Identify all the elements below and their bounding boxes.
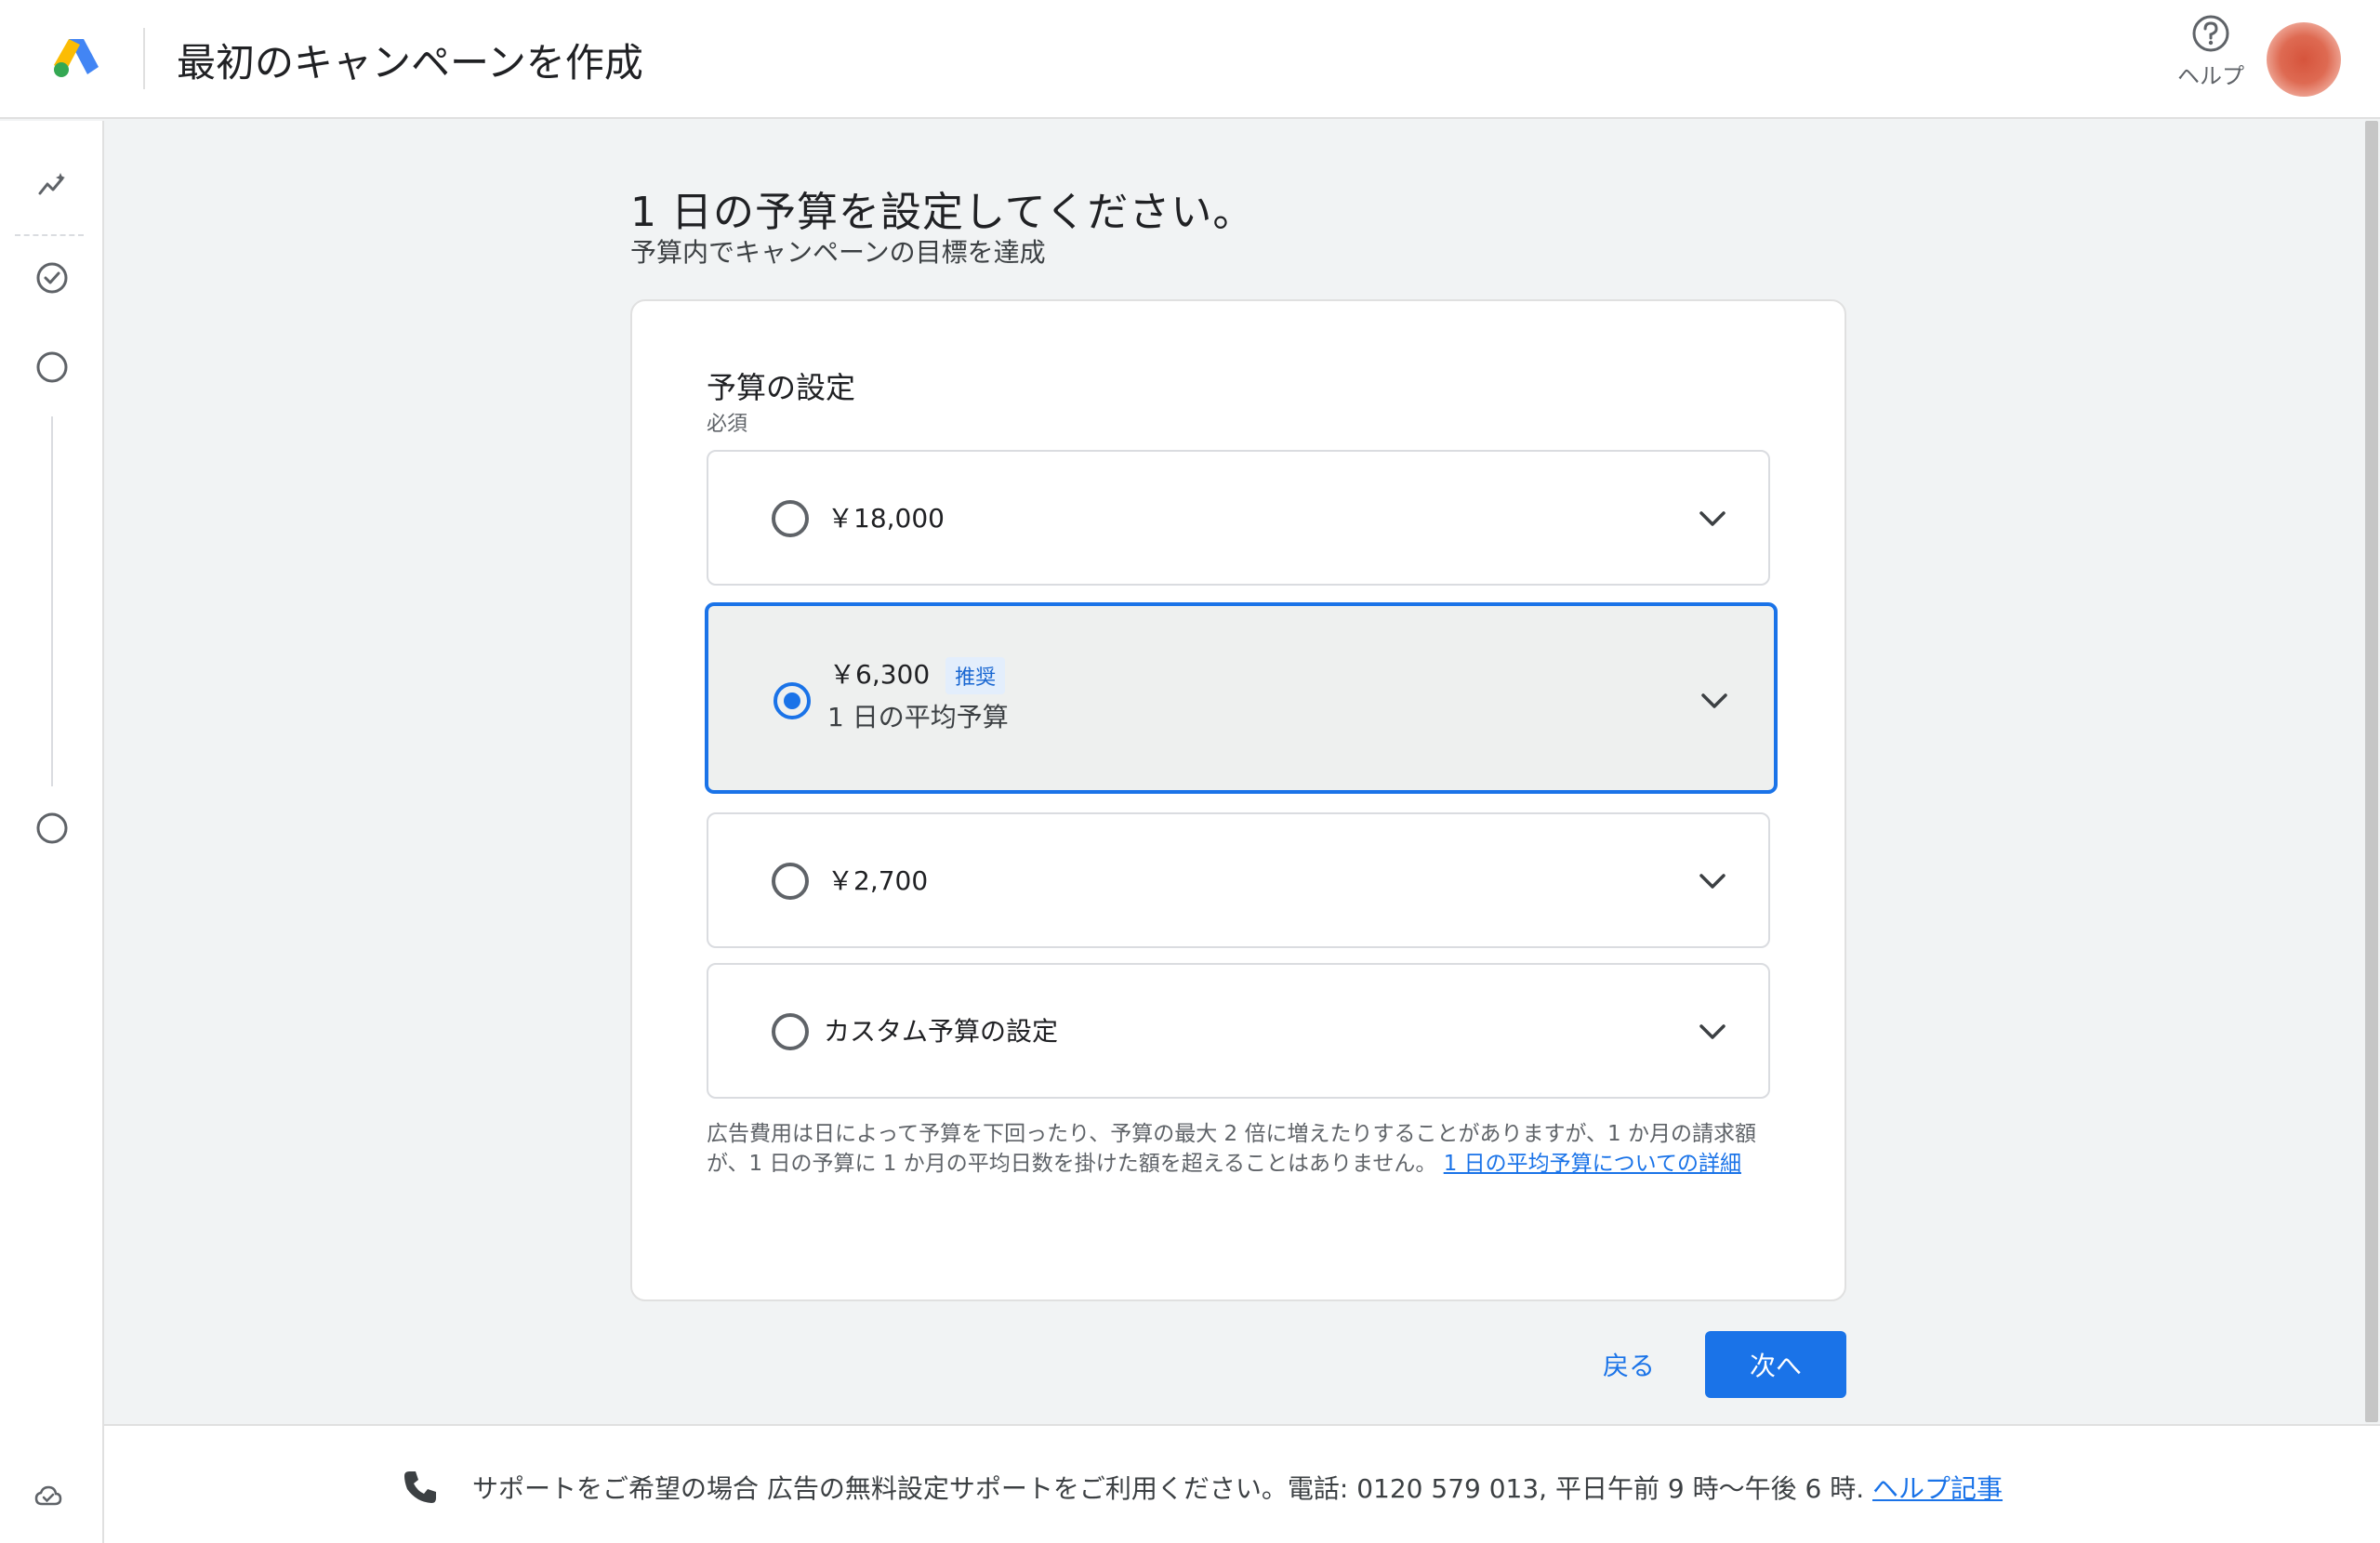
avatar[interactable] xyxy=(2267,22,2341,97)
budget-note: 広告費用は日によって予算を下回ったり、予算の最大 2 倍に増えたりすることがあり… xyxy=(707,1119,1776,1179)
radio-button[interactable] xyxy=(772,1013,809,1050)
chevron-down-icon[interactable] xyxy=(1696,502,1729,535)
budget-help-link[interactable]: 1 日の平均予算についての詳細 xyxy=(1444,1152,1741,1176)
budget-subheading: 予算内でキャンペーンの目標を達成 xyxy=(630,237,1046,268)
help-circle-icon xyxy=(2192,15,2229,52)
budget-heading: 1 日の予算を設定してください。 xyxy=(630,189,1255,236)
option-label: ￥2,700 xyxy=(827,865,929,896)
option-sublabel: 1 日の平均予算 xyxy=(827,702,1009,732)
scrollbar[interactable] xyxy=(2365,121,2378,1422)
radio-button[interactable] xyxy=(772,863,809,900)
google-ads-logo[interactable] xyxy=(52,35,100,78)
app-header: 最初のキャンペーンを作成 ヘルプ xyxy=(0,0,2380,119)
required-label: 必須 xyxy=(707,413,748,436)
radio-button[interactable] xyxy=(772,500,809,537)
phone-icon xyxy=(404,1471,436,1503)
help-button[interactable]: ヘルプ xyxy=(2174,13,2248,90)
option-label-row: ￥6,300 推奨 xyxy=(829,654,1006,694)
chevron-down-icon[interactable] xyxy=(1696,864,1729,898)
header-divider xyxy=(143,28,145,89)
help-article-link[interactable]: ヘルプ記事 xyxy=(1872,1473,2003,1504)
budget-option-6300[interactable]: ￥6,300 推奨 1 日の平均予算 xyxy=(705,602,1778,794)
cloud-sync-icon xyxy=(34,1485,62,1506)
check-circle-icon[interactable] xyxy=(34,260,70,296)
progress-sidebar xyxy=(0,121,104,1543)
help-label: ヘルプ xyxy=(2177,63,2244,89)
support-text: サポートをご希望の場合 広告の無料設定サポートをご利用ください。電話: 0120… xyxy=(472,1473,1865,1504)
option-label: ￥18,000 xyxy=(827,503,945,534)
chevron-down-icon[interactable] xyxy=(1698,684,1731,718)
option-label: ￥6,300 xyxy=(829,659,931,690)
support-footer: サポートをご希望の場合 広告の無料設定サポートをご利用ください。電話: 0120… xyxy=(104,1424,2380,1543)
recommended-badge: 推奨 xyxy=(945,657,1006,694)
page-title: 最初のキャンペーンを作成 xyxy=(177,40,643,86)
sparkle-icon[interactable] xyxy=(34,167,70,203)
option-label: カスタム予算の設定 xyxy=(824,1016,1059,1047)
chevron-down-icon[interactable] xyxy=(1696,1015,1729,1048)
budget-option-2700[interactable]: ￥2,700 xyxy=(707,812,1770,948)
budget-card: 予算の設定 必須 ￥18,000 ￥6,300 推奨 1 日の平均予算 ￥2,7… xyxy=(630,299,1846,1301)
step-circle-icon[interactable] xyxy=(34,811,70,846)
progress-line xyxy=(51,416,53,786)
support-text-row: サポートをご希望の場合 広告の無料設定サポートをご利用ください。電話: 0120… xyxy=(472,1469,2003,1506)
back-button[interactable]: 戻る xyxy=(1584,1331,1673,1398)
sidebar-divider xyxy=(15,234,84,236)
step-circle-icon[interactable] xyxy=(34,349,70,385)
section-title: 予算の設定 xyxy=(707,370,856,405)
next-button[interactable]: 次へ xyxy=(1705,1331,1846,1398)
radio-button-selected[interactable] xyxy=(774,682,811,719)
budget-option-custom[interactable]: カスタム予算の設定 xyxy=(707,963,1770,1099)
budget-option-18000[interactable]: ￥18,000 xyxy=(707,450,1770,586)
